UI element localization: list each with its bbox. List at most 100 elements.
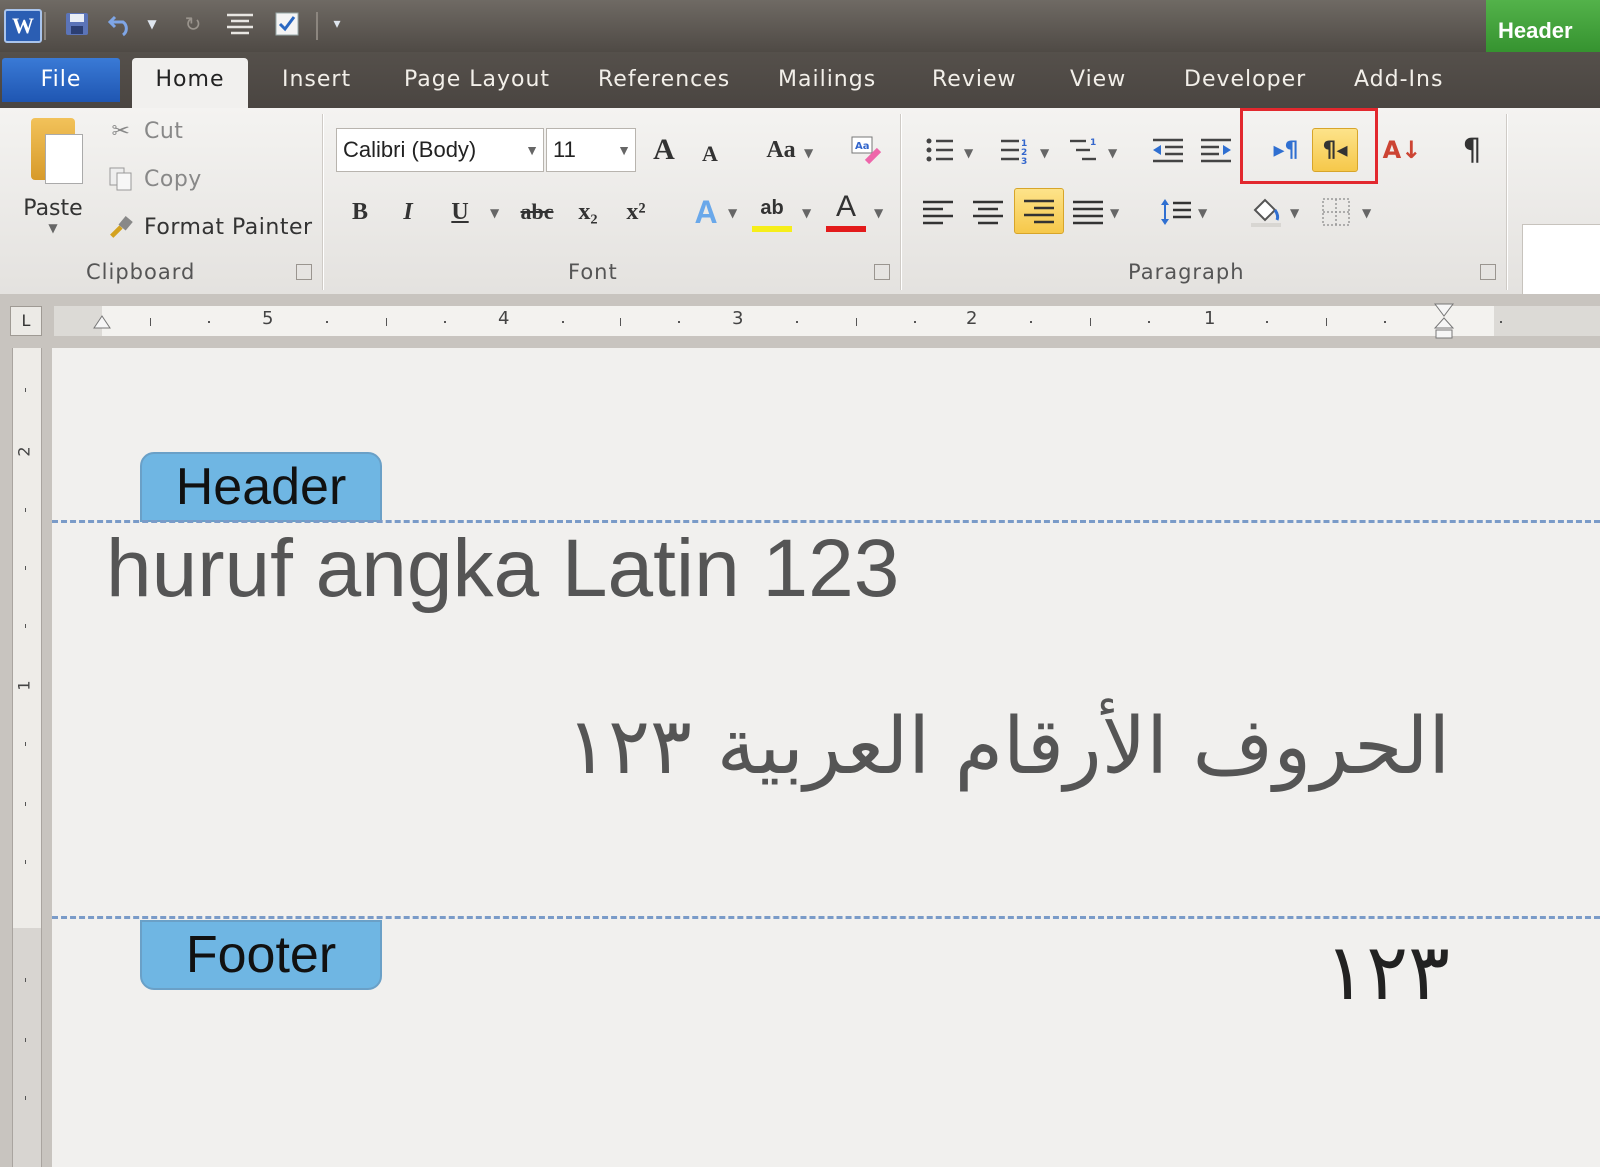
tab-mailings[interactable]: Mailings: [778, 58, 876, 102]
copy-label: Copy: [144, 166, 202, 192]
paste-button[interactable]: Paste ▼: [18, 118, 88, 235]
ruler-dot: [1500, 321, 1502, 323]
arabic-text[interactable]: الحروف الأرقام العربية ١٢٣: [566, 702, 1450, 792]
align-left-icon[interactable]: [918, 192, 958, 232]
justify-icon[interactable]: [1068, 192, 1108, 232]
footer-boundary-line: [52, 916, 1600, 919]
sort-button[interactable]: A↓: [1382, 130, 1422, 170]
ruler-tick: [1326, 318, 1327, 326]
left-indent-marker-icon[interactable]: [92, 314, 112, 336]
increase-indent-icon[interactable]: [1196, 130, 1236, 170]
tab-home[interactable]: Home: [132, 58, 248, 108]
header-tag: Header: [140, 452, 382, 522]
tab-developer[interactable]: Developer: [1184, 58, 1306, 102]
tab-review[interactable]: Review: [932, 58, 1017, 102]
chevron-down-icon[interactable]: ▼: [1198, 206, 1207, 220]
font-size-value: 11: [553, 137, 576, 162]
document-page[interactable]: Header huruf angka Latin 123 الحروف الأر…: [52, 348, 1600, 1167]
paragraph-launcher-icon[interactable]: [1480, 264, 1496, 280]
undo-dropdown-icon[interactable]: ▼: [142, 6, 162, 42]
underline-button[interactable]: U: [440, 192, 480, 232]
cut-button[interactable]: ✂ Cut: [108, 118, 183, 144]
chevron-down-icon[interactable]: ▼: [1110, 206, 1119, 220]
tab-add-ins[interactable]: Add-Ins: [1354, 58, 1443, 102]
font-color-button[interactable]: A: [826, 188, 866, 232]
chevron-down-icon[interactable]: ▼: [490, 206, 499, 220]
latin-text[interactable]: huruf angka Latin 123: [106, 522, 899, 616]
ruler-number: 1: [1204, 308, 1216, 329]
decrease-indent-icon[interactable]: [1148, 130, 1188, 170]
text-effects-button[interactable]: A: [686, 192, 726, 232]
chevron-down-icon[interactable]: ▼: [1108, 146, 1117, 160]
tab-file[interactable]: File: [2, 58, 120, 102]
borders-icon[interactable]: [1316, 192, 1356, 232]
numbering-icon[interactable]: 123: [994, 130, 1034, 170]
italic-button[interactable]: I: [388, 192, 428, 232]
vertical-ruler[interactable]: 2 1: [0, 348, 52, 1167]
shading-icon[interactable]: [1246, 192, 1286, 232]
align-icon[interactable]: [220, 6, 260, 42]
align-right-icon[interactable]: [1014, 188, 1064, 234]
paste-label: Paste: [23, 196, 83, 221]
chevron-down-icon[interactable]: ▼: [728, 206, 737, 220]
tab-insert[interactable]: Insert: [282, 58, 351, 102]
copy-button[interactable]: Copy: [108, 166, 202, 192]
multilevel-list-icon[interactable]: 1: [1064, 130, 1104, 170]
font-size-combobox[interactable]: 11 ▼: [546, 128, 636, 172]
chevron-down-icon[interactable]: ▼: [617, 129, 631, 171]
cut-label: Cut: [144, 118, 184, 144]
ruler-tick: [386, 318, 387, 326]
format-painter-button[interactable]: Format Painter: [108, 214, 313, 240]
clipboard-launcher-icon[interactable]: [296, 264, 312, 280]
right-indent-marker-icon[interactable]: [1432, 302, 1456, 340]
ruler-dot: [1266, 321, 1268, 323]
vertical-ruler-tick: [25, 742, 26, 746]
chevron-down-icon[interactable]: ▼: [1290, 206, 1299, 220]
footer-number[interactable]: ١٢٣: [1324, 928, 1450, 1018]
chevron-down-icon[interactable]: ▼: [1362, 206, 1371, 220]
chevron-down-icon[interactable]: ▼: [525, 129, 539, 171]
chevron-down-icon[interactable]: ▼: [802, 206, 811, 220]
customize-icon[interactable]: ▾: [326, 6, 348, 42]
save-icon[interactable]: [60, 6, 94, 42]
horizontal-ruler[interactable]: 5 4 3 2 1: [54, 303, 1600, 339]
undo-icon[interactable]: [104, 6, 138, 42]
chevron-down-icon[interactable]: ▼: [804, 146, 813, 160]
align-center-icon[interactable]: [968, 192, 1008, 232]
show-marks-button[interactable]: ¶: [1452, 130, 1492, 170]
ruler-number: 2: [966, 308, 978, 329]
clear-formatting-icon[interactable]: Aa: [846, 130, 886, 170]
superscript-button[interactable]: x²: [616, 192, 656, 232]
paste-dropdown-icon[interactable]: ▼: [18, 221, 88, 235]
clipboard-group-label: Clipboard: [86, 260, 196, 284]
ruler-tick: [856, 318, 857, 326]
highlight-button[interactable]: ab: [752, 190, 792, 232]
font-launcher-icon[interactable]: [874, 264, 890, 280]
tab-view[interactable]: View: [1070, 58, 1126, 102]
group-divider: [322, 114, 323, 290]
word-app-icon[interactable]: W: [4, 9, 42, 43]
font-group-label: Font: [568, 260, 618, 284]
svg-text:Aa: Aa: [855, 141, 870, 152]
change-case-button[interactable]: Aa: [758, 130, 804, 170]
tab-page-layout[interactable]: Page Layout: [404, 58, 550, 102]
tab-selector-button[interactable]: L: [10, 306, 42, 336]
bullets-icon[interactable]: [920, 130, 960, 170]
line-spacing-icon[interactable]: [1156, 192, 1196, 232]
strikethrough-button[interactable]: abc: [514, 192, 560, 232]
shrink-font-button[interactable]: A: [690, 134, 730, 174]
tab-references[interactable]: References: [598, 58, 730, 102]
chevron-down-icon[interactable]: ▼: [1040, 146, 1049, 160]
paragraph-group-label: Paragraph: [1128, 260, 1245, 284]
redo-icon[interactable]: ↻: [176, 6, 210, 42]
grow-font-button[interactable]: A: [644, 130, 684, 170]
font-name-combobox[interactable]: Calibri (Body) ▼: [336, 128, 544, 172]
font-name-value: Calibri (Body): [343, 137, 477, 162]
ruler-dot: [1384, 321, 1386, 323]
chevron-down-icon[interactable]: ▼: [874, 206, 883, 220]
bold-button[interactable]: B: [340, 192, 380, 232]
subscript-button[interactable]: x₂: [568, 192, 608, 232]
checkbox-icon[interactable]: [270, 6, 304, 42]
chevron-down-icon[interactable]: ▼: [964, 146, 973, 160]
vertical-ruler-tick: [25, 1038, 26, 1042]
